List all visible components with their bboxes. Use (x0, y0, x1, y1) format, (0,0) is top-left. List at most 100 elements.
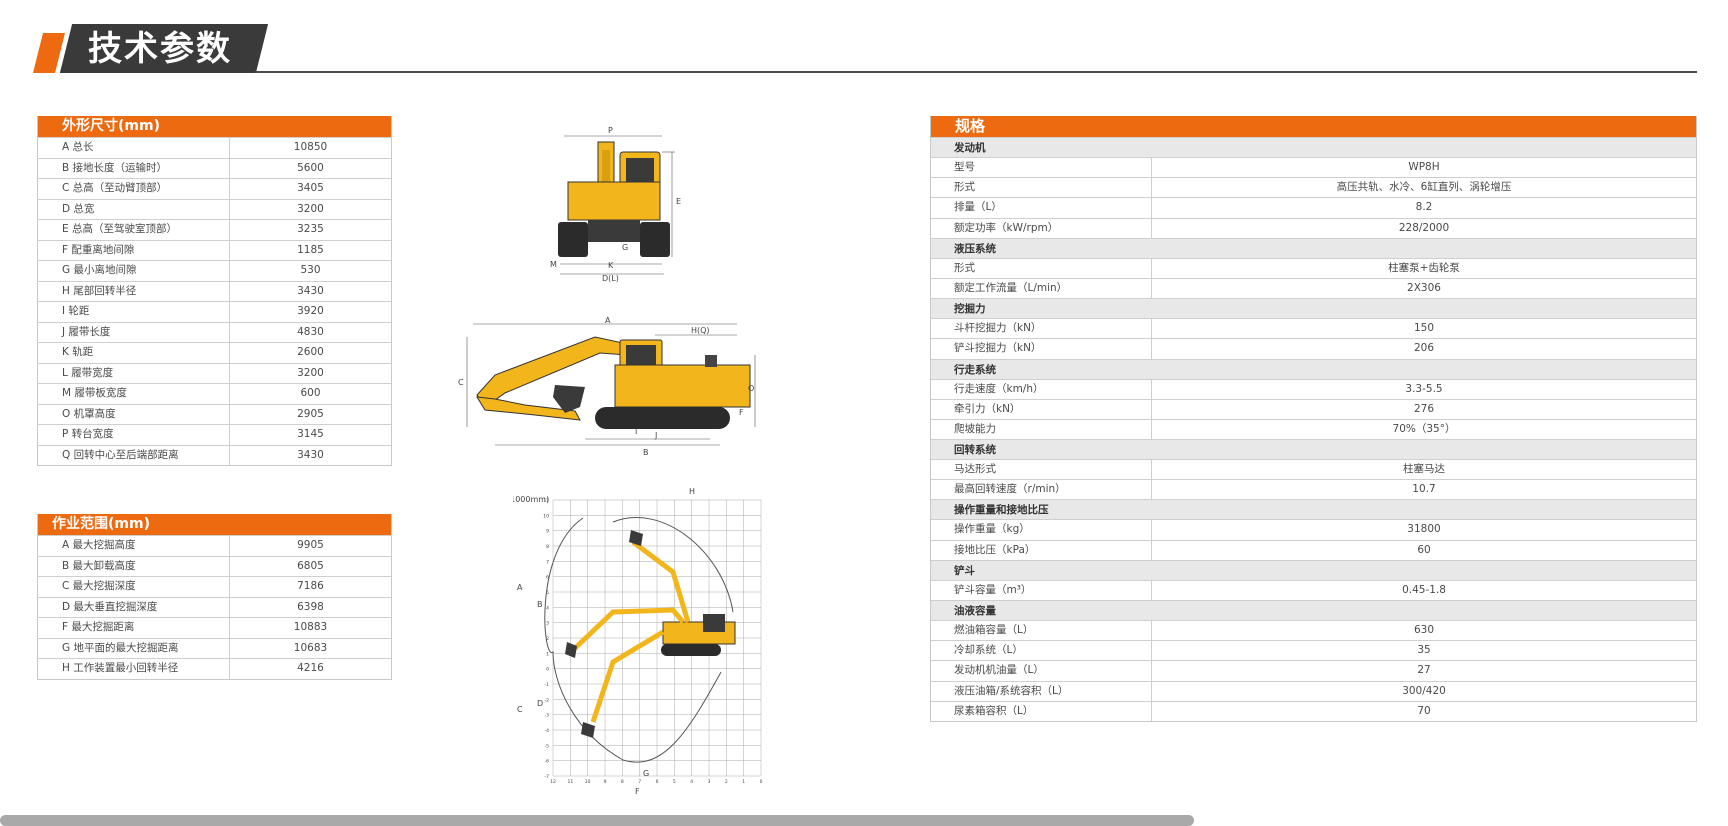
table-row: A 最大挖掘高度 9905 (38, 535, 391, 556)
y-tick-label: 3 (546, 621, 549, 627)
spec-section-header: 挖掘力 (931, 298, 1696, 319)
row-value: 3430 (297, 284, 324, 297)
row-label: P 转台宽度 (38, 425, 230, 445)
row-label: 铲斗容量（m³） (931, 580, 1152, 600)
table-row: 牵引力（kN） 276 (931, 398, 1696, 419)
row-value: 3145 (297, 428, 324, 440)
row-label: 排量（L） (931, 198, 1152, 218)
row-value: 3200 (297, 366, 324, 379)
x-tick-label: 12 (550, 779, 556, 785)
spec-section-header: 铲斗 (931, 559, 1696, 580)
row-label: E 总高（至驾驶室顶部） (38, 220, 230, 240)
table-row: E 总高（至驾驶室顶部） 3235 (38, 219, 391, 240)
row-label: C 最大挖掘深度 (38, 577, 230, 597)
table-row: A 总长 10850 (38, 137, 391, 158)
front-view-drawing: P E G M K D(L) (550, 126, 681, 283)
y-tick-label: 10 (543, 513, 549, 519)
range-label-d: D (537, 699, 543, 708)
table-row: 马达形式 柱塞马达 (931, 459, 1696, 480)
row-value: 3920 (297, 305, 324, 317)
range-label-c: C (517, 705, 523, 714)
row-label: 斗杆挖掘力（kN） (931, 319, 1152, 339)
row-value: 150 (1413, 322, 1435, 335)
y-tick-label: -5 (545, 743, 550, 749)
row-value: 0.45-1.8 (1402, 583, 1446, 596)
row-label: 爬坡能力 (931, 419, 1152, 440)
row-label: L 履带宽度 (38, 363, 230, 383)
y-tick-label: -7 (545, 774, 550, 780)
table-row: 冷却系统（L） 35 (931, 640, 1696, 661)
range-label-g: G (643, 769, 649, 778)
spec-section-header: 液压系统 (931, 237, 1696, 258)
x-tick-label: 6 (656, 779, 659, 785)
spec-section-header: 油液容量 (931, 600, 1696, 620)
row-label: K 轨距 (38, 343, 230, 363)
row-label: Q 回转中心至后端部距离 (38, 445, 230, 465)
row-label: G 最小离地间隙 (38, 261, 230, 281)
row-value: 1185 (297, 243, 324, 256)
table-row: 行走速度（km/h） 3.3-5.5 (931, 378, 1696, 399)
row-label: A 最大挖掘高度 (38, 536, 230, 556)
row-label: 牵引力（kN） (931, 399, 1152, 419)
table-row: 铲斗容量（m³） 0.45-1.8 (931, 579, 1696, 600)
table-row: J 履带长度 4830 (38, 321, 391, 342)
row-label: H 尾部回转半径 (38, 281, 230, 301)
y-tick-label: 9 (546, 529, 549, 535)
front-label-k: K (608, 261, 614, 270)
x-tick-label: 1 (742, 779, 745, 785)
row-label: 行走速度（km/h） (931, 379, 1152, 399)
x-tick-label: 10 (585, 779, 591, 785)
table-row: H 尾部回转半径 3430 (38, 280, 391, 301)
table-row: P 转台宽度 3145 (38, 424, 391, 445)
row-label: F 最大挖掘距离 (38, 618, 230, 638)
table-row: L 履带宽度 3200 (38, 362, 391, 383)
table-row: B 最大卸载高度 6805 (38, 555, 391, 576)
table-row: F 最大挖掘距离 10883 (38, 617, 391, 638)
row-label: 额定工作流量（L/min） (931, 278, 1152, 299)
table-row: 斗杆挖掘力（kN） 150 (931, 318, 1696, 339)
working-range-table-title: 作业范围(mm) (38, 514, 391, 535)
x-tick-label: 7 (638, 779, 641, 785)
table-row: 形式 高压共轨、水冷、6缸直列、涡轮增压 (931, 177, 1696, 198)
range-unit-label: (1000mm) (513, 495, 549, 504)
row-value: 630 (1413, 624, 1435, 636)
row-value: 10.7 (1412, 483, 1436, 496)
row-value: 60 (1417, 543, 1431, 556)
x-tick-label: 5 (673, 779, 676, 785)
row-value: 9905 (297, 539, 324, 551)
row-label: B 最大卸载高度 (38, 556, 230, 576)
row-value: 600 (300, 387, 321, 399)
spec-section-header: 发动机 (931, 137, 1696, 157)
row-value: 228/2000 (1398, 221, 1450, 234)
row-label: 型号 (931, 158, 1152, 178)
table-row: 接地比压（kPa） 60 (931, 539, 1696, 560)
row-label: 尿素箱容积（L） (931, 701, 1152, 721)
table-row: C 最大挖掘深度 7186 (38, 576, 391, 597)
row-label: 形式 (931, 258, 1152, 278)
row-label: H 工作装置最小回转半径 (38, 659, 230, 679)
row-label: 冷却系统（L） (931, 641, 1152, 661)
row-label: F 配重离地间隙 (38, 240, 230, 260)
table-row: G 最小离地间隙 530 (38, 260, 391, 281)
table-row: 液压油箱/系统容积（L） 300/420 (931, 680, 1696, 701)
row-label: D 最大垂直挖掘深度 (38, 597, 230, 617)
horizontal-scrollbar[interactable] (0, 815, 1194, 826)
table-row: 铲斗挖掘力（kN） 206 (931, 338, 1696, 359)
table-row: G 地平面的最大挖掘距离 10683 (38, 637, 391, 658)
row-value: 27 (1417, 664, 1431, 677)
row-value: 3405 (297, 182, 324, 194)
table-row: 爬坡能力 70%（35°） (931, 418, 1696, 440)
table-row: B 接地长度（运输时） 5600 (38, 157, 391, 178)
table-row: O 机罩高度 2905 (38, 403, 391, 424)
row-value: 柱塞泵+齿轮泵 (1388, 261, 1460, 274)
table-row: I 轮距 3920 (38, 301, 391, 322)
spec-table: 规格 发动机 型号 WP8H 形式 高压共轨、水冷、6缸直列、涡轮增压 排量（L） 8.2 额… (930, 116, 1697, 722)
y-tick-label: -6 (545, 759, 550, 765)
table-row: 型号 WP8H (931, 157, 1696, 178)
y-tick-label: -4 (545, 728, 550, 734)
y-tick-label: 0 (546, 667, 549, 673)
table-row: 尿素箱容积（L） 70 (931, 700, 1696, 721)
spec-section-header: 行走系统 (931, 358, 1696, 379)
side-label-i: I (635, 427, 637, 436)
y-tick-label: -2 (545, 697, 550, 703)
